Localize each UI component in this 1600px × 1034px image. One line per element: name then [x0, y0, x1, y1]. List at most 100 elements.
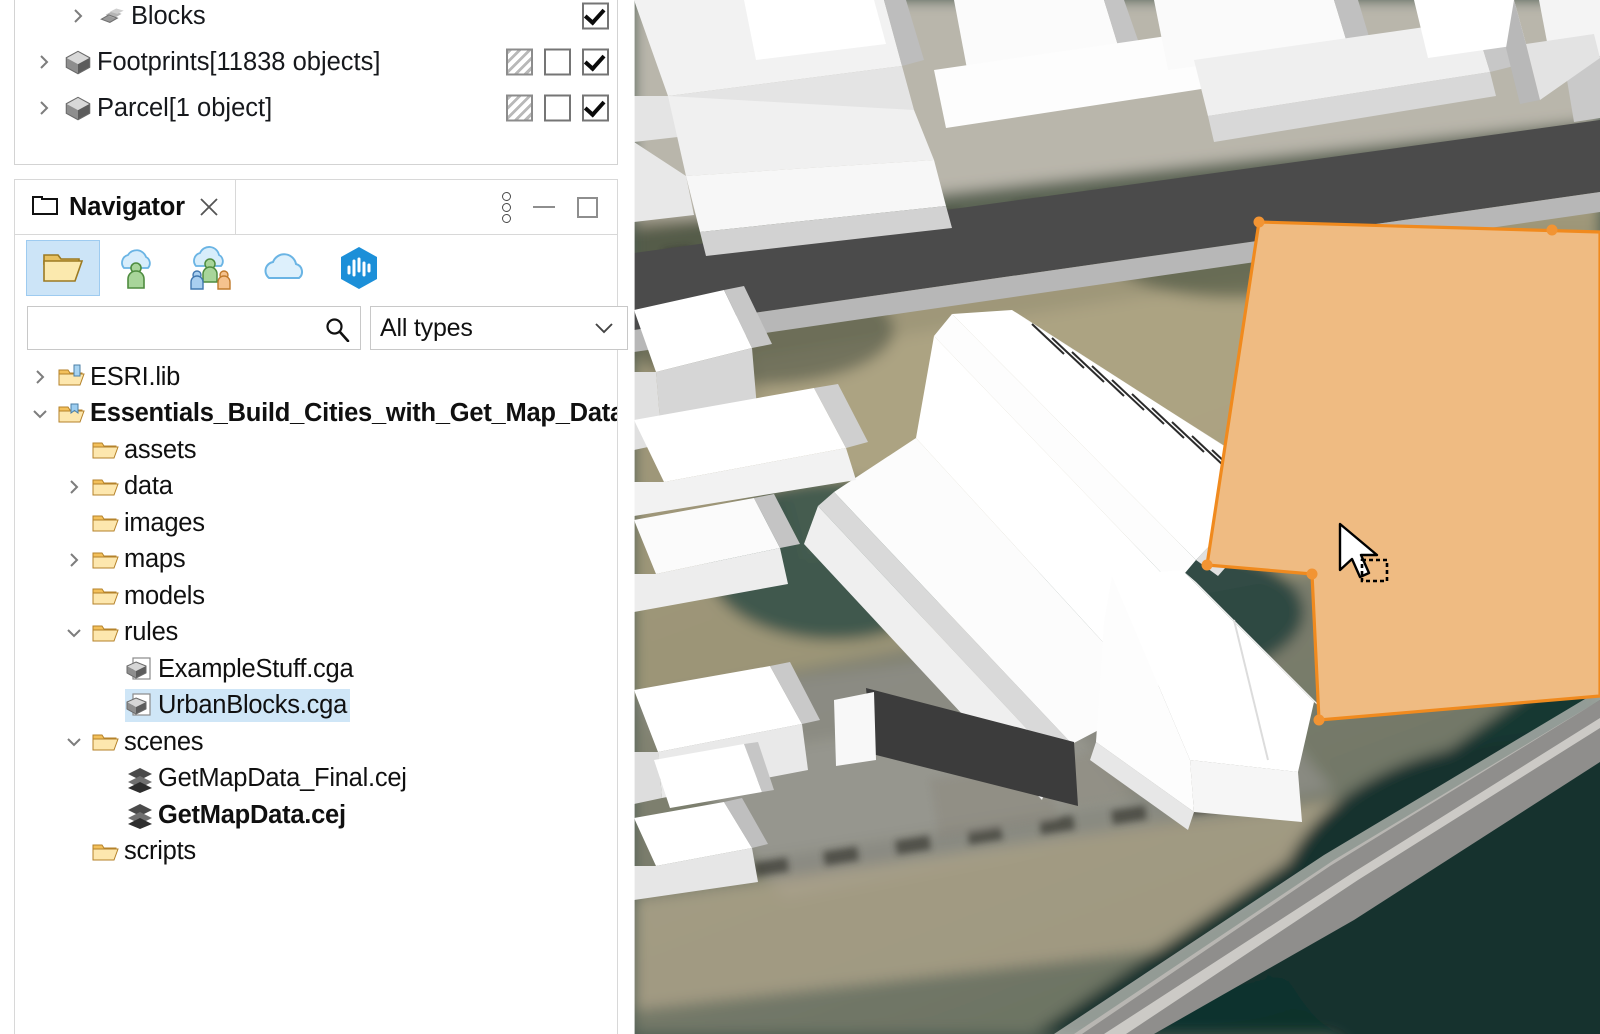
public-content-button[interactable] — [248, 240, 322, 296]
tree-item-data[interactable]: data — [15, 469, 617, 506]
tree-item-content: GetMapData_Final.cej — [125, 764, 407, 794]
navigator-view: Navigator — [14, 179, 618, 1034]
checkbox-empty[interactable] — [544, 49, 571, 76]
minimize-icon[interactable] — [533, 206, 555, 208]
chevron-right-icon[interactable] — [23, 367, 57, 387]
cga-rule-icon — [125, 654, 155, 684]
tree-item-label: Essentials_Build_Cities_with_Get_Map_Dat… — [90, 399, 618, 428]
chevron-right-icon[interactable] — [61, 6, 95, 26]
folder-icon — [91, 581, 121, 611]
chevron-down-icon[interactable] — [57, 623, 91, 643]
checkbox-checked[interactable] — [582, 3, 609, 30]
project-folder-icon — [57, 399, 87, 429]
layer-row[interactable]: Parcel [1 object] — [15, 85, 617, 131]
cloud-icon — [261, 250, 309, 286]
open-folder-icon — [41, 248, 85, 288]
maximize-icon[interactable] — [577, 197, 598, 218]
close-icon[interactable] — [197, 195, 221, 219]
folder-icon — [91, 727, 121, 757]
checkbox-checked[interactable] — [582, 49, 609, 76]
tree-item-scenes[interactable]: scenes — [15, 724, 617, 761]
tree-item-esri-lib[interactable]: ESRI.lib — [15, 359, 617, 396]
tree-item-scripts[interactable]: scripts — [15, 834, 617, 871]
tree-item-maps[interactable]: maps — [15, 542, 617, 579]
chevron-right-icon[interactable] — [57, 477, 91, 497]
folder-icon — [91, 435, 121, 465]
chevron-down-icon[interactable] — [57, 732, 91, 752]
tree-item-label: UrbanBlocks.cga — [158, 691, 347, 720]
tree-item-images[interactable]: images — [15, 505, 617, 542]
tree-item-content: GetMapData.cej — [125, 800, 346, 830]
tabbar-spacer — [236, 180, 502, 234]
layer-label: Blocks — [131, 2, 206, 31]
tree-item-content: scenes — [91, 727, 203, 757]
navigator-tabbar: Navigator — [14, 179, 618, 235]
tree-item-label: GetMapData.cej — [158, 801, 346, 830]
tree-item-content: maps — [91, 545, 185, 575]
folder-icon — [91, 545, 121, 575]
living-atlas-button[interactable] — [322, 240, 396, 296]
cube-icon — [61, 46, 95, 78]
layer-visibility-checkboxes — [582, 3, 609, 30]
tree-item-getmapdata-cej[interactable]: GetMapData.cej — [15, 797, 617, 834]
my-content-button[interactable] — [100, 240, 174, 296]
hexagon-waveform-icon — [338, 245, 380, 291]
tree-item-models[interactable]: models — [15, 578, 617, 615]
cga-rule-icon — [125, 690, 155, 720]
workspace-button[interactable] — [26, 240, 100, 296]
layer-label: Footprints — [97, 48, 209, 77]
tree-item-urbanblocks-cga[interactable]: UrbanBlocks.cga — [15, 688, 617, 725]
tree-item-examplestuff-cga[interactable]: ExampleStuff.cga — [15, 651, 617, 688]
cloud-person-icon — [114, 246, 160, 290]
type-filter-select[interactable]: All types — [370, 306, 628, 350]
tree-item-content: data — [91, 472, 173, 502]
folder-icon — [91, 508, 121, 538]
folder-icon — [91, 618, 121, 648]
layer-row[interactable]: Blocks — [15, 0, 617, 39]
chevron-down-icon — [594, 321, 614, 340]
tree-item-content: rules — [91, 618, 178, 648]
search-icon[interactable] — [324, 316, 350, 347]
tree-item-label: scenes — [124, 728, 203, 757]
chevron-down-icon[interactable] — [23, 404, 57, 424]
cube-icon — [61, 92, 95, 124]
tree-item-content: assets — [91, 435, 196, 465]
navigator-tree[interactable]: ESRI.lib Essentials_Build_Cities_with_Ge… — [14, 355, 618, 1034]
viewport[interactable] — [634, 0, 1600, 1034]
navigator-toolbar — [14, 235, 618, 301]
search-input[interactable] — [28, 307, 360, 349]
left-panel-column: Blocks Footprints [11838 objects] Parcel… — [0, 0, 634, 1034]
tab-navigator[interactable]: Navigator — [15, 180, 236, 234]
checkbox-empty[interactable] — [544, 95, 571, 122]
checkbox-checked[interactable] — [582, 95, 609, 122]
tree-item-label: assets — [124, 436, 196, 465]
tree-item-rules[interactable]: rules — [15, 615, 617, 652]
search-field-wrapper[interactable] — [27, 306, 361, 350]
tree-item-assets[interactable]: assets — [15, 432, 617, 469]
checkbox-hatched[interactable] — [506, 49, 533, 76]
checkbox-hatched[interactable] — [506, 95, 533, 122]
layer-label: Parcel — [97, 94, 169, 123]
layer-visibility-checkboxes — [506, 95, 609, 122]
folder-icon — [91, 472, 121, 502]
tree-item-label: scripts — [124, 837, 196, 866]
tree-item-essentials-build-cities-with-get-map-data[interactable]: Essentials_Build_Cities_with_Get_Map_Dat… — [15, 396, 617, 433]
tree-item-label: images — [124, 509, 205, 538]
chevron-right-icon[interactable] — [57, 550, 91, 570]
shared-content-button[interactable] — [174, 240, 248, 296]
view-menu-icon[interactable] — [502, 192, 511, 223]
tree-item-getmapdata-final-cej[interactable]: GetMapData_Final.cej — [15, 761, 617, 798]
tree-item-content: images — [91, 508, 205, 538]
tree-item-label: ESRI.lib — [90, 363, 180, 392]
chevron-right-icon[interactable] — [27, 52, 61, 72]
layer-row[interactable]: Footprints [11838 objects] — [15, 39, 617, 85]
tree-item-label: models — [124, 582, 205, 611]
layer-object-count: [11838 objects] — [209, 48, 380, 77]
selected-tree-item: UrbanBlocks.cga — [125, 689, 350, 722]
layer-object-count: [1 object] — [169, 94, 272, 123]
scene-layer-panel: Blocks Footprints [11838 objects] Parcel… — [14, 0, 618, 165]
chevron-right-icon[interactable] — [27, 98, 61, 118]
library-folder-icon — [57, 362, 87, 392]
tree-item-label: maps — [124, 545, 185, 574]
navigator-tab-label: Navigator — [69, 193, 185, 222]
